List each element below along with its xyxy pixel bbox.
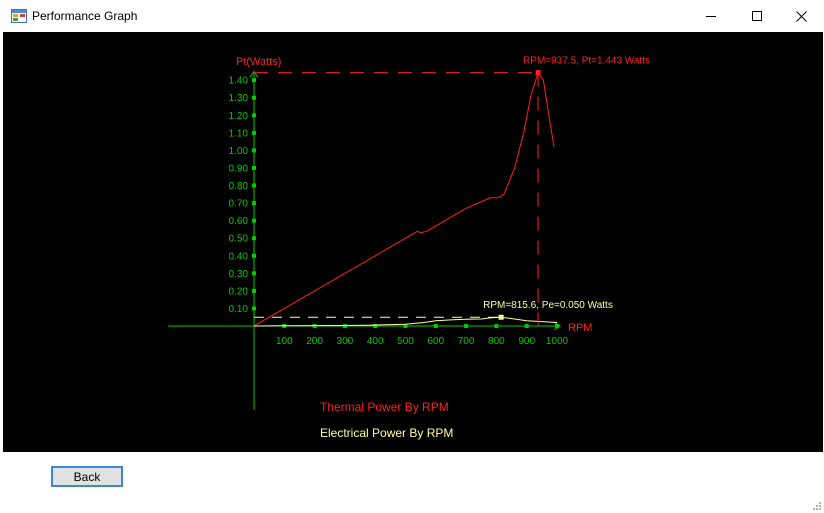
resize-grip-icon[interactable] bbox=[812, 501, 822, 511]
peak-marker bbox=[498, 314, 504, 320]
x-tick-label: 300 bbox=[337, 336, 354, 347]
x-axis-label: RPM bbox=[568, 322, 592, 334]
series-line-electrical bbox=[253, 316, 558, 327]
title-bar[interactable]: Performance Graph bbox=[0, 0, 824, 32]
y-tick-mark bbox=[252, 201, 256, 206]
x-tick-label: 800 bbox=[488, 336, 505, 347]
y-tick-mark bbox=[252, 183, 256, 188]
x-tick-mark bbox=[555, 324, 559, 328]
y-tick-label: 0.80 bbox=[229, 181, 249, 192]
x-tick-label: 900 bbox=[518, 336, 535, 347]
y-tick-label: 0.40 bbox=[229, 251, 249, 262]
peak-annotation: RPM=937.5, Pt=1.443 Watts bbox=[523, 56, 650, 67]
x-tick-mark bbox=[494, 324, 499, 328]
x-tick-label: 200 bbox=[306, 336, 323, 347]
y-tick-label: 0.90 bbox=[229, 163, 249, 174]
y-tick-mark bbox=[252, 271, 256, 276]
close-button[interactable] bbox=[778, 0, 824, 32]
y-tick-label: 0.10 bbox=[229, 304, 249, 315]
y-tick-label: 1.40 bbox=[229, 76, 249, 87]
minimize-button[interactable] bbox=[688, 0, 734, 32]
y-tick-mark bbox=[252, 78, 256, 83]
y-tick-mark bbox=[252, 218, 256, 223]
y-tick-label: 1.20 bbox=[229, 111, 249, 122]
y-tick-mark bbox=[252, 288, 256, 293]
peak-marker bbox=[535, 70, 541, 76]
y-tick-mark bbox=[252, 148, 256, 153]
y-tick-label: 1.10 bbox=[229, 128, 249, 139]
series-line-thermal bbox=[253, 71, 555, 327]
legend-electrical: Electrical Power By RPM bbox=[320, 426, 453, 440]
minimize-icon bbox=[706, 16, 716, 17]
x-tick-label: 500 bbox=[397, 336, 414, 347]
window-title: Performance Graph bbox=[32, 9, 138, 23]
performance-graph-window: Performance Graph Pt(Watts) RPM 0.10 0.20 0.… bbox=[0, 0, 824, 513]
y-tick-mark bbox=[252, 236, 256, 241]
back-button[interactable]: Back bbox=[51, 466, 123, 487]
close-icon bbox=[795, 10, 807, 22]
y-tick-mark bbox=[252, 130, 256, 135]
footer-panel bbox=[0, 452, 824, 513]
x-tick-label: 400 bbox=[367, 336, 384, 347]
y-tick-mark bbox=[252, 165, 256, 170]
graph-canvas: Pt(Watts) RPM 0.10 0.20 0.30 0.40 0.50 0.60 0.70… bbox=[3, 32, 823, 452]
x-tick-label: 1000 bbox=[546, 336, 569, 347]
y-tick-label: 0.60 bbox=[229, 216, 249, 227]
y-tick-label: 0.70 bbox=[229, 199, 249, 210]
x-tick-label: 100 bbox=[276, 336, 293, 347]
y-tick-mark bbox=[252, 253, 256, 258]
peak-annotation: RPM=815.6, Pe=0.050 Watts bbox=[483, 300, 613, 311]
maximize-button[interactable] bbox=[734, 0, 780, 32]
y-tick-mark bbox=[252, 113, 256, 118]
performance-chart: Pt(Watts) RPM 0.10 0.20 0.30 0.40 0.50 0.60 0.70… bbox=[168, 56, 650, 440]
y-tick-mark bbox=[252, 306, 256, 311]
y-axis-label: Pt(Watts) bbox=[236, 56, 281, 68]
y-tick-label: 0.20 bbox=[229, 286, 249, 297]
x-tick-mark bbox=[524, 324, 529, 328]
x-tick-label: 600 bbox=[427, 336, 444, 347]
y-tick-label: 0.50 bbox=[229, 234, 249, 245]
y-tick-mark bbox=[252, 95, 256, 100]
legend-thermal: Thermal Power By RPM bbox=[320, 400, 449, 414]
y-tick-label: 1.00 bbox=[229, 146, 249, 157]
x-tick-mark bbox=[433, 324, 438, 328]
maximize-icon bbox=[752, 11, 762, 21]
x-tick-label: 700 bbox=[458, 336, 475, 347]
form-icon bbox=[11, 9, 27, 23]
y-tick-label: 1.30 bbox=[229, 93, 249, 104]
y-tick-label: 0.30 bbox=[229, 269, 249, 280]
x-tick-mark bbox=[464, 324, 469, 328]
